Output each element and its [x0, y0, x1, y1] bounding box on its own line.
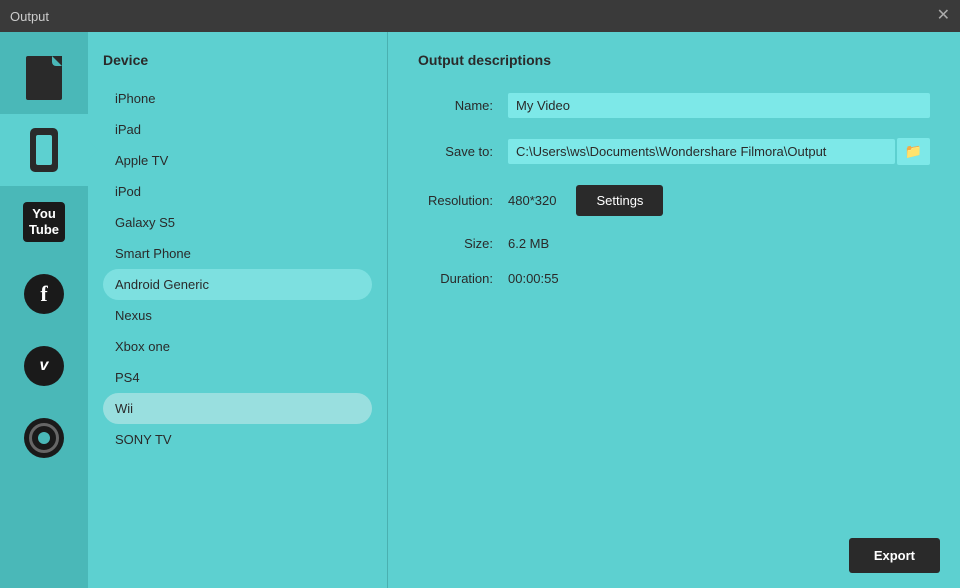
name-input[interactable]	[508, 93, 930, 118]
device-ipad[interactable]: iPad	[103, 114, 372, 145]
device-list: iPhone iPad Apple TV iPod Galaxy S5 Smar…	[103, 83, 372, 455]
sidebar-item-vimeo[interactable]: v	[0, 330, 88, 402]
device-iphone[interactable]: iPhone	[103, 83, 372, 114]
saveto-input[interactable]	[508, 139, 895, 164]
facebook-icon: f	[22, 272, 66, 316]
duration-value: 00:00:55	[508, 271, 559, 286]
saveto-label: Save to:	[418, 144, 508, 159]
youtube-icon: You Tube	[22, 200, 66, 244]
resolution-row: Resolution: 480*320 Settings	[418, 185, 930, 216]
output-heading: Output descriptions	[418, 52, 930, 68]
folder-button[interactable]: 📁	[897, 138, 930, 165]
device-heading: Device	[103, 52, 372, 68]
settings-button[interactable]: Settings	[576, 185, 663, 216]
content-area: You Tube f v	[0, 32, 960, 588]
title-bar: Output ✕	[0, 0, 960, 32]
resolution-label: Resolution:	[418, 193, 508, 208]
device-sonytv[interactable]: SONY TV	[103, 424, 372, 455]
name-label: Name:	[418, 98, 508, 113]
sidebar-item-facebook[interactable]: f	[0, 258, 88, 330]
device-xboxone[interactable]: Xbox one	[103, 331, 372, 362]
duration-row: Duration: 00:00:55	[418, 271, 930, 286]
size-label: Size:	[418, 236, 508, 251]
output-panel: Output descriptions Name: Save to: 📁 Res…	[388, 32, 960, 588]
device-nexus[interactable]: Nexus	[103, 300, 372, 331]
device-ipod[interactable]: iPod	[103, 176, 372, 207]
device-wii[interactable]: Wii	[103, 393, 372, 424]
export-button[interactable]: Export	[849, 538, 940, 573]
saveto-row: Save to: 📁	[418, 138, 930, 165]
window-title: Output	[10, 9, 49, 24]
document-icon	[22, 56, 66, 100]
dvd-icon	[22, 416, 66, 460]
device-androidgeneric[interactable]: Android Generic	[103, 269, 372, 300]
sidebar-item-device[interactable]	[0, 114, 88, 186]
sidebar: You Tube f v	[0, 32, 88, 588]
device-ps4[interactable]: PS4	[103, 362, 372, 393]
device-appletv[interactable]: Apple TV	[103, 145, 372, 176]
name-row: Name:	[418, 93, 930, 118]
size-row: Size: 6.2 MB	[418, 236, 930, 251]
device-galaxys5[interactable]: Galaxy S5	[103, 207, 372, 238]
close-button[interactable]: ✕	[937, 8, 950, 24]
duration-label: Duration:	[418, 271, 508, 286]
vimeo-icon: v	[22, 344, 66, 388]
device-smartphone[interactable]: Smart Phone	[103, 238, 372, 269]
resolution-value-container: 480*320 Settings	[508, 185, 663, 216]
resolution-value: 480*320	[508, 193, 556, 208]
sidebar-item-youtube[interactable]: You Tube	[0, 186, 88, 258]
size-value: 6.2 MB	[508, 236, 549, 251]
phone-icon	[22, 128, 66, 172]
sidebar-item-local[interactable]	[0, 42, 88, 114]
sidebar-item-dvd[interactable]	[0, 402, 88, 474]
device-panel: Device iPhone iPad Apple TV iPod Galaxy …	[88, 32, 388, 588]
main-window: Output ✕ You Tube	[0, 0, 960, 588]
